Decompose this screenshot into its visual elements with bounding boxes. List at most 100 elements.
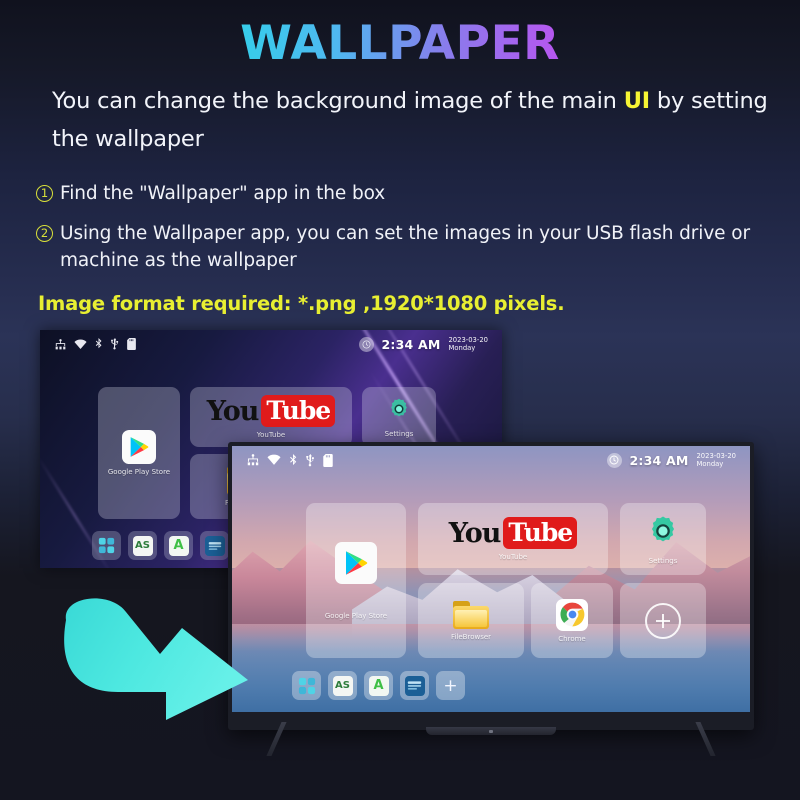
clock-icon[interactable] bbox=[606, 452, 622, 468]
network-icon bbox=[247, 454, 259, 466]
app-label: FileBrowser bbox=[450, 632, 492, 641]
as-icon: AS bbox=[132, 535, 153, 556]
app-tile-chrome[interactable]: Chrome bbox=[531, 583, 613, 658]
folder-icon bbox=[453, 600, 489, 629]
plus-icon: + bbox=[441, 676, 461, 696]
aptoide-icon-label: A bbox=[173, 538, 184, 553]
gear-icon bbox=[646, 514, 680, 553]
tv-device-after: 2:34 AM 2023-03-20 Monday Google Play St… bbox=[228, 442, 754, 756]
youtube-you-text: You bbox=[206, 395, 260, 427]
app-label: Google Play Store bbox=[324, 611, 388, 620]
app-tile-add[interactable] bbox=[620, 583, 706, 658]
clock-icon[interactable] bbox=[358, 336, 374, 352]
status-date: 2023-03-20 bbox=[696, 451, 736, 460]
youtube-tube-text: Tube bbox=[508, 518, 573, 547]
app-label: Google Play Store bbox=[107, 468, 171, 476]
app-label: Settings bbox=[384, 429, 414, 438]
status-bar: 2:34 AM 2023-03-20 Monday bbox=[40, 330, 502, 358]
aptoide-icon-label: A bbox=[373, 678, 384, 693]
step-text: Using the Wallpaper app, you can set the… bbox=[60, 223, 750, 271]
bluetooth-icon bbox=[290, 453, 297, 465]
youtube-tube-text: Tube bbox=[266, 396, 331, 425]
tv-screen-after: 2:34 AM 2023-03-20 Monday Google Play St… bbox=[232, 446, 750, 712]
status-right-group: 2:34 AM 2023-03-20 Monday bbox=[358, 336, 488, 353]
wifi-icon bbox=[267, 454, 281, 465]
dock-item-aptoide[interactable]: A bbox=[364, 671, 393, 700]
chrome-icon bbox=[556, 598, 588, 631]
dock-item-aptoide[interactable]: A bbox=[164, 531, 193, 560]
aptoide-a-icon: A bbox=[168, 535, 189, 556]
tv-led-indicator bbox=[489, 730, 493, 733]
as-icon: AS bbox=[332, 675, 353, 696]
step-item: 2 Using the Wallpaper app, you can set t… bbox=[36, 220, 776, 274]
page-title: WALLPAPER bbox=[0, 16, 800, 71]
status-date: 2023-03-20 bbox=[448, 335, 488, 344]
dock-item-media[interactable] bbox=[400, 671, 429, 700]
dock-item-add[interactable]: + bbox=[436, 671, 465, 700]
app-tile-google-play[interactable]: Google Play Store bbox=[98, 387, 180, 519]
app-tile-settings[interactable]: Settings bbox=[362, 387, 436, 447]
tv-center-bar bbox=[426, 727, 556, 735]
dock-item-all-apps[interactable] bbox=[292, 671, 321, 700]
google-play-icon bbox=[335, 541, 377, 584]
step-number: 1 bbox=[36, 185, 53, 202]
bluetooth-icon bbox=[95, 338, 102, 349]
app-tile-filebrowser[interactable]: FileBrowser bbox=[418, 583, 524, 658]
aptoide-a-icon: A bbox=[368, 675, 389, 696]
dock-item-media[interactable] bbox=[200, 531, 229, 560]
step-text: Find the "Wallpaper" app in the box bbox=[60, 183, 386, 204]
status-bar: 2:34 AM 2023-03-20 Monday bbox=[232, 446, 750, 474]
intro-text-before: You can change the background image of t… bbox=[52, 88, 624, 114]
sdcard-icon bbox=[127, 338, 136, 350]
as-icon-label: AS bbox=[135, 540, 150, 551]
plus-circle-icon bbox=[645, 602, 681, 639]
app-tile-youtube[interactable]: You Tube YouTube bbox=[190, 387, 352, 447]
as-icon-label: AS bbox=[335, 680, 350, 691]
steps-list: 1 Find the "Wallpaper" app in the box 2 … bbox=[36, 180, 776, 287]
media-icon bbox=[204, 535, 225, 556]
sdcard-icon bbox=[323, 453, 333, 467]
status-weekday: Monday bbox=[696, 460, 724, 468]
app-tile-google-play[interactable]: Google Play Store bbox=[306, 503, 406, 658]
app-grid-icon bbox=[97, 536, 117, 556]
step-item: 1 Find the "Wallpaper" app in the box bbox=[36, 180, 776, 207]
app-tile-settings[interactable]: Settings bbox=[620, 503, 706, 575]
dock-item-as-store[interactable]: AS bbox=[328, 671, 357, 700]
google-play-icon bbox=[122, 430, 156, 464]
youtube-tube-box: Tube bbox=[261, 395, 336, 427]
usb-icon bbox=[111, 338, 119, 350]
app-label: Chrome bbox=[558, 634, 586, 643]
plus-icon-label: + bbox=[443, 675, 458, 696]
app-label: YouTube bbox=[498, 553, 528, 561]
usb-icon bbox=[306, 453, 314, 466]
dock-item-as-store[interactable]: AS bbox=[128, 531, 157, 560]
youtube-you-text: You bbox=[448, 517, 502, 549]
format-requirement-note: Image format required: *.png ,1920*1080 … bbox=[38, 292, 565, 315]
dock-item-all-apps[interactable] bbox=[92, 531, 121, 560]
app-grid-icon bbox=[297, 676, 317, 696]
status-date-block: 2023-03-20 Monday bbox=[696, 452, 736, 469]
intro-highlight-ui: UI bbox=[623, 88, 650, 114]
step-number: 2 bbox=[36, 225, 53, 242]
youtube-tube-box: Tube bbox=[503, 517, 578, 549]
wallpaper-instruction-graphic: WALLPAPER You can change the background … bbox=[0, 0, 800, 800]
curved-arrow-right-icon bbox=[64, 598, 248, 720]
youtube-icon: You Tube bbox=[206, 395, 336, 427]
tv-bezel: 2:34 AM 2023-03-20 Monday Google Play St… bbox=[228, 442, 754, 730]
gear-icon bbox=[387, 397, 411, 426]
youtube-icon: You Tube bbox=[448, 517, 578, 549]
app-label: YouTube bbox=[256, 431, 286, 439]
wifi-icon bbox=[74, 339, 87, 349]
status-right-group: 2:34 AM 2023-03-20 Monday bbox=[606, 452, 736, 469]
app-label: Settings bbox=[648, 556, 678, 565]
dock-bar: AS A + bbox=[292, 671, 465, 700]
status-icon-group bbox=[54, 338, 136, 350]
status-time: 2:34 AM bbox=[629, 452, 689, 468]
status-weekday: Monday bbox=[448, 344, 476, 352]
network-icon bbox=[55, 338, 66, 349]
status-icon-group bbox=[246, 453, 333, 467]
app-tile-youtube[interactable]: You Tube YouTube bbox=[418, 503, 608, 575]
status-time: 2:34 AM bbox=[381, 336, 441, 352]
intro-paragraph: You can change the background image of t… bbox=[52, 82, 772, 158]
status-date-block: 2023-03-20 Monday bbox=[448, 336, 488, 353]
